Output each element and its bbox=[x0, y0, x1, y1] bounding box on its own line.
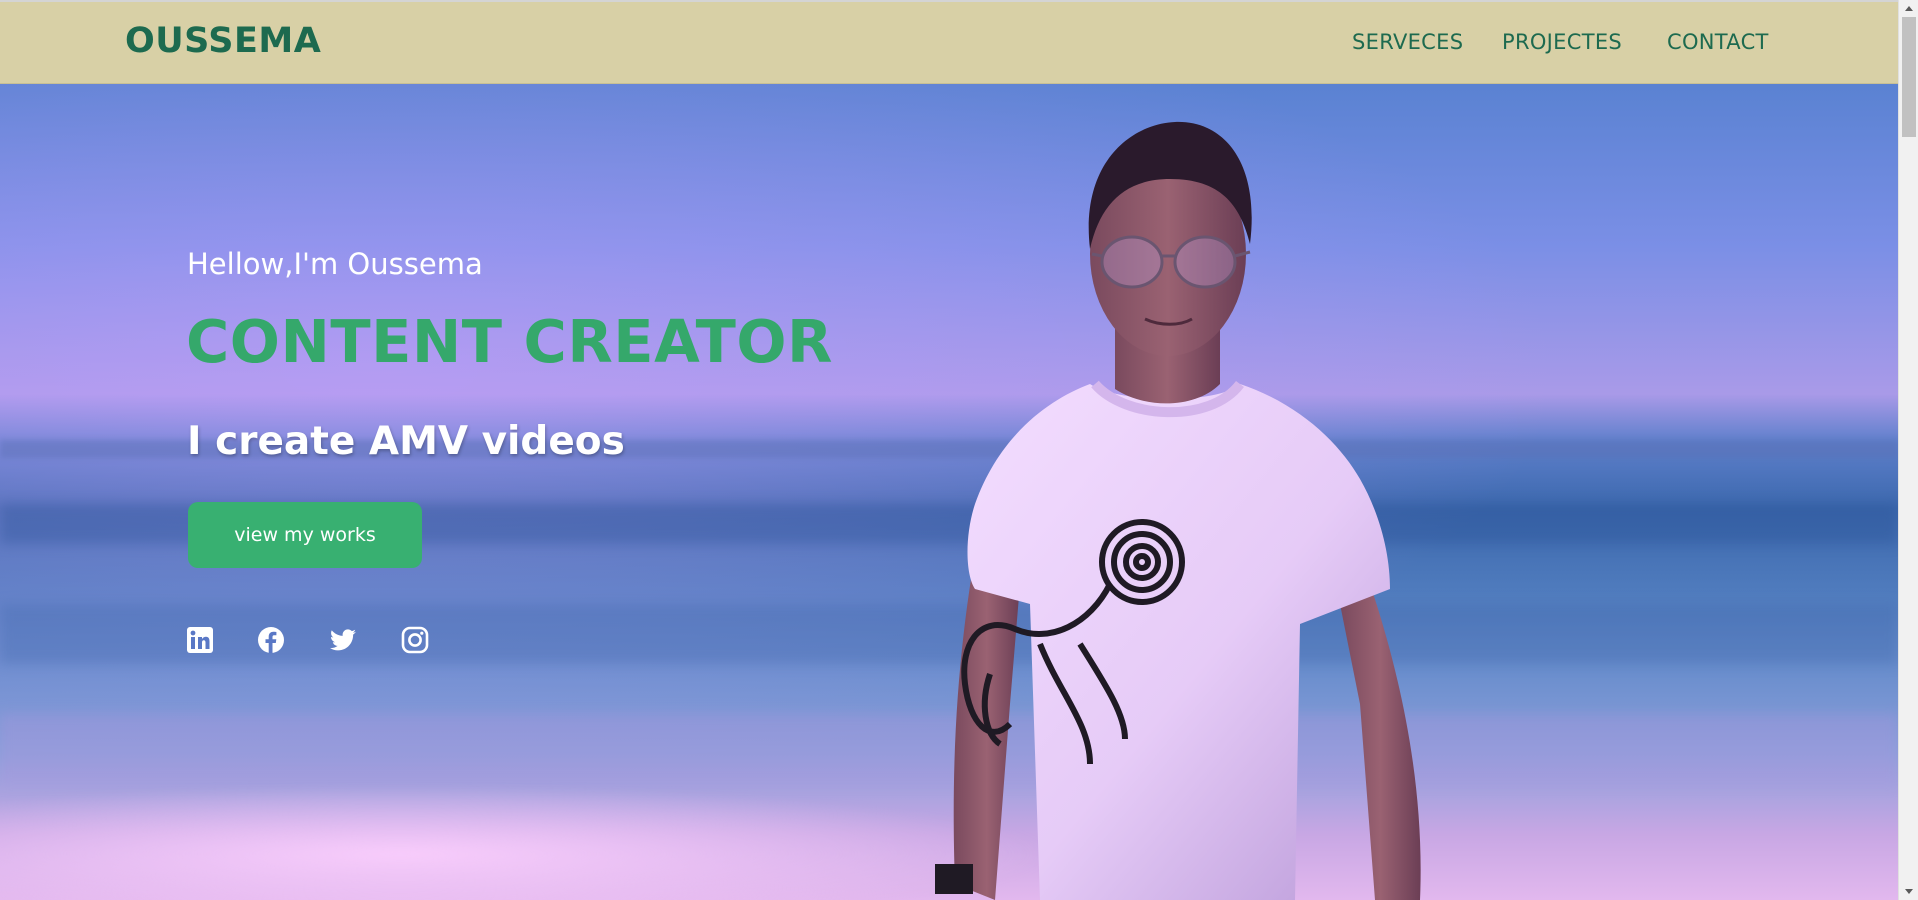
view-my-works-button[interactable]: view my works bbox=[188, 502, 422, 568]
hero-person-photo bbox=[935, 121, 1421, 900]
hero-background-foam bbox=[0, 784, 1060, 900]
nav-link-projects[interactable]: PROJECTES bbox=[1502, 30, 1622, 54]
vertical-scrollbar[interactable] bbox=[1898, 0, 1918, 900]
twitter-link[interactable] bbox=[329, 626, 357, 654]
hero-section: Hellow,I'm Oussema CONTENT CREATOR I cre… bbox=[0, 84, 1898, 900]
instagram-link[interactable] bbox=[401, 626, 429, 654]
facebook-icon bbox=[258, 627, 284, 653]
facebook-link[interactable] bbox=[257, 626, 285, 654]
nav-link-services[interactable]: SERVECES bbox=[1352, 30, 1463, 54]
site-logo[interactable]: OUSSEMA bbox=[125, 21, 321, 61]
scroll-up-arrow-icon[interactable] bbox=[1905, 6, 1913, 11]
scroll-down-arrow-icon[interactable] bbox=[1905, 889, 1913, 894]
hero-greeting: Hellow,I'm Oussema bbox=[187, 247, 483, 281]
hero-tagline: I create AMV videos bbox=[187, 419, 625, 464]
linkedin-link[interactable] bbox=[186, 626, 214, 654]
navbar: OUSSEMA SERVECES PROJECTES CONTACT bbox=[0, 2, 1898, 84]
instagram-icon bbox=[401, 626, 429, 654]
page-viewport: OUSSEMA SERVECES PROJECTES CONTACT Hello… bbox=[0, 0, 1898, 900]
linkedin-icon bbox=[187, 627, 213, 653]
scrollbar-thumb[interactable] bbox=[1902, 17, 1916, 137]
twitter-icon bbox=[329, 629, 356, 651]
hero-role-title: CONTENT CREATOR bbox=[186, 307, 833, 376]
nav-link-contact[interactable]: CONTACT bbox=[1667, 30, 1769, 54]
